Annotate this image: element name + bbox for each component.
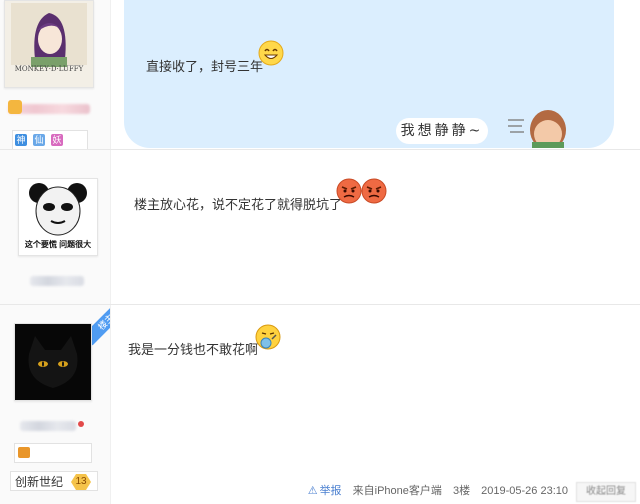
post-2: 这个要慌 问题很大 楼主放心花，说不定花了就得脱坑了 bbox=[0, 150, 640, 305]
post-text: 楼主放心花，说不定花了就得脱坑了 bbox=[134, 197, 343, 212]
warning-icon: ⚠ bbox=[307, 485, 318, 497]
sticker-character-icon bbox=[508, 110, 566, 148]
author-sidebar: 这个要慌 问题很大 bbox=[0, 150, 111, 305]
post-content: 直接收了，封号三年 我想静静~ bbox=[116, 0, 640, 150]
sticker-text: 我想静静~ bbox=[396, 118, 488, 144]
angry-emoji-icon bbox=[336, 178, 362, 204]
grin-emoji-icon bbox=[258, 40, 284, 66]
level-name: 创新世纪 bbox=[15, 475, 64, 489]
avatar[interactable]: MONKEY·D·LUFFY bbox=[4, 0, 94, 88]
status-dot bbox=[78, 421, 84, 427]
level-number-badge: 13 bbox=[71, 474, 91, 490]
avatar[interactable]: 这个要慌 问题很大 bbox=[18, 178, 98, 256]
report-link[interactable]: ⚠ 举报 bbox=[308, 485, 342, 497]
rank-icon bbox=[8, 100, 22, 114]
collapse-replies-button[interactable]: 收起回复 bbox=[576, 482, 636, 502]
angry-emoji-icon bbox=[361, 178, 387, 204]
post-content: 楼主放心花，说不定花了就得脱坑了 bbox=[116, 150, 640, 305]
post-time: 2019-05-26 23:10 bbox=[481, 485, 568, 497]
forum-level[interactable]: 创新世纪 13 bbox=[10, 471, 98, 491]
post-text: 直接收了，封号三年 bbox=[146, 59, 264, 74]
author-sidebar: 楼主 创新世纪 13 bbox=[0, 305, 111, 504]
post-3: 楼主 创新世纪 13 我是一分钱也不敢花啊 ⚠ 举报 来自iPhone客户端 3… bbox=[0, 305, 640, 504]
panda-meme-image bbox=[19, 179, 97, 239]
post-content: 我是一分钱也不敢花啊 ⚠ 举报 来自iPhone客户端 3楼 2019-05-26… bbox=[116, 305, 640, 504]
member-badges: 神 仙 妖 bbox=[12, 130, 88, 150]
author-sidebar: MONKEY·D·LUFFY 神 仙 妖 bbox=[0, 0, 111, 150]
badge-box bbox=[14, 443, 92, 463]
username-blurred[interactable] bbox=[30, 276, 84, 286]
badge-shen[interactable]: 神 bbox=[15, 134, 27, 146]
floor-number: 3楼 bbox=[452, 485, 471, 497]
avatar-image bbox=[5, 1, 93, 87]
badge-xian[interactable]: 仙 bbox=[33, 134, 45, 146]
avatar-caption: MONKEY·D·LUFFY bbox=[14, 65, 84, 73]
rank-icon bbox=[18, 447, 30, 458]
black-cat-image bbox=[15, 324, 91, 400]
post-text: 我是一分钱也不敢花啊 bbox=[128, 342, 259, 357]
avatar-caption: 这个要慌 问题很大 bbox=[24, 240, 92, 249]
badge-yao[interactable]: 妖 bbox=[51, 134, 63, 146]
post-footer: ⚠ 举报 来自iPhone客户端 3楼 2019-05-26 23:10 bbox=[300, 482, 568, 498]
client-source: 来自iPhone客户端 bbox=[352, 485, 442, 497]
username-blurred[interactable] bbox=[20, 421, 76, 431]
sick-emoji-icon bbox=[255, 324, 281, 350]
post-1: MONKEY·D·LUFFY 神 仙 妖 直接收了，封号三年 我想静静~ bbox=[0, 0, 640, 150]
avatar[interactable] bbox=[14, 323, 92, 401]
